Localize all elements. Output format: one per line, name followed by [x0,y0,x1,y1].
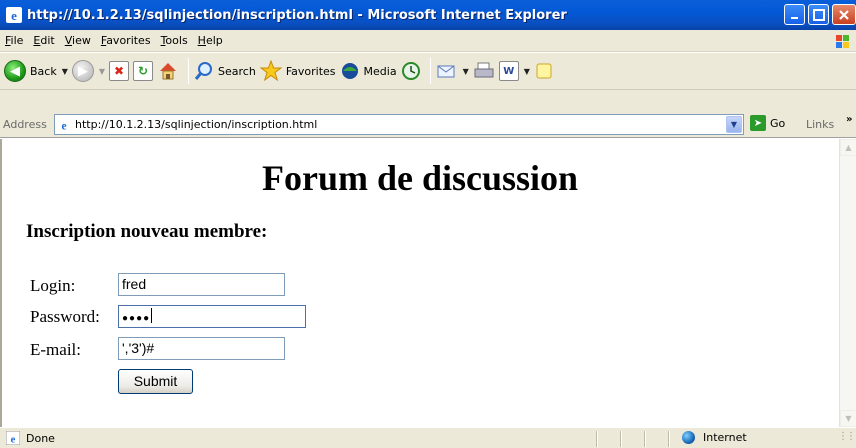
page-icon: e [57,117,71,132]
login-input[interactable]: fred [118,273,285,296]
favorites-label: Favorites [285,64,336,78]
vertical-scrollbar[interactable]: ▲ ▼ [839,139,856,427]
refresh-icon: ↻ [133,61,154,81]
go-button[interactable]: ➤ Go [750,115,785,131]
back-dropdown-icon[interactable]: ▼ [62,67,68,76]
status-pane [620,431,622,447]
forward-button[interactable]: ▶ ▼ [71,56,105,86]
media-label: Media [363,64,397,78]
svg-text:e: e [11,8,17,23]
menu-help[interactable]: Help [193,34,228,47]
stop-button[interactable]: ✖ [109,56,130,86]
refresh-button[interactable]: ↻ [133,56,154,86]
menu-edit[interactable]: Edit [28,34,59,47]
close-button[interactable] [832,4,856,25]
forward-arrow-icon: ▶ [71,60,94,82]
search-label: Search [218,64,256,78]
standard-toolbar: ◀ Back ▼ ▶ ▼ ✖ ↻ Search Favorites Media … [0,52,856,90]
back-arrow-icon: ◀ [4,60,26,82]
media-icon [341,63,358,79]
print-icon [474,62,494,78]
page-title: Forum de discussion [261,158,579,198]
minimize-icon [790,16,798,19]
menu-file[interactable]: File [0,34,28,47]
security-zone[interactable]: Internet [682,431,747,444]
messenger-icon [536,63,552,79]
status-bar: e Done Internet ⋮⋮ [0,427,856,448]
print-button[interactable] [473,56,495,86]
menu-bar: File Edit View Favorites Tools Help [0,30,856,52]
favorites-button[interactable]: Favorites [259,56,336,86]
menu-tools[interactable]: Tools [156,34,193,47]
back-label: Back [30,64,57,78]
back-button[interactable]: ◀ Back ▼ [4,56,68,86]
login-label: Login: [30,276,76,295]
go-label: Go [770,116,786,130]
svg-text:e: e [11,434,16,445]
history-icon [401,62,420,80]
edit-button[interactable]: W ▼ [498,56,530,86]
toolbar-separator [429,58,431,84]
stop-icon: ✖ [109,61,130,81]
address-url[interactable]: http://10.1.2.13/sqlinjection/inscriptio… [75,118,317,131]
address-bar: Address e http://10.1.2.13/sqlinjection/… [0,112,856,138]
scroll-down-button[interactable]: ▼ [840,410,856,427]
history-button[interactable] [401,56,421,86]
menu-favorites[interactable]: Favorites [96,34,156,47]
forward-dropdown-icon[interactable]: ▼ [99,67,105,76]
page-viewport: Forum de discussion Inscription nouveau … [0,139,856,427]
status-pane [596,431,598,447]
resize-grip[interactable]: ⋮⋮ [838,431,856,442]
favorites-star-icon [259,60,282,82]
address-label: Address [3,118,47,131]
home-icon [160,63,177,80]
login-value: fred [122,276,147,292]
search-button[interactable]: Search [194,56,256,86]
maximize-icon [812,8,825,21]
status-pane [644,431,646,447]
messenger-button[interactable] [534,56,554,86]
windows-flag-icon [834,32,852,50]
maximize-button[interactable] [808,4,829,25]
status-pane [668,431,670,447]
edit-dropdown-icon[interactable]: ▼ [524,67,530,76]
email-value: ','3')# [122,340,155,356]
email-input[interactable]: ','3')# [118,337,285,360]
close-icon [839,9,849,20]
email-label: E-mail: [30,340,81,359]
menu-view[interactable]: View [60,34,96,47]
toolbar-separator [188,58,190,84]
password-label: Password: [30,307,100,326]
mail-button[interactable]: ▼ [436,56,469,86]
zone-label: Internet [703,431,747,444]
chevron-right-icon[interactable]: » [846,114,852,125]
internet-globe-icon [682,431,695,444]
scroll-up-button[interactable]: ▲ [840,139,856,156]
address-dropdown-icon[interactable]: ▼ [726,116,742,133]
minimize-button[interactable] [784,4,805,25]
text-caret [151,308,153,323]
media-button[interactable]: Media [340,56,397,86]
status-text: Done [26,431,55,445]
title-bar: e http://10.1.2.13/sqlinjection/inscript… [0,0,856,30]
svg-text:e: e [61,120,66,132]
toolbar-spacer [0,90,856,112]
ie-icon: e [6,7,22,23]
page-done-icon: e [6,431,20,445]
password-value: ●●●● [122,313,151,324]
home-button[interactable] [157,56,179,86]
form-heading: Inscription nouveau membre: [26,221,268,242]
address-input[interactable]: e http://10.1.2.13/sqlinjection/inscript… [54,114,744,135]
edit-icon: W [498,61,519,81]
mail-dropdown-icon[interactable]: ▼ [463,67,469,76]
window-title: http://10.1.2.13/sqlinjection/inscriptio… [27,7,567,23]
go-arrow-icon: ➤ [750,115,766,131]
links-button[interactable]: Links [806,118,834,131]
password-input[interactable]: ●●●● [118,305,306,328]
mail-icon [437,65,455,78]
submit-button[interactable]: Submit [118,369,193,394]
search-icon [194,62,213,80]
